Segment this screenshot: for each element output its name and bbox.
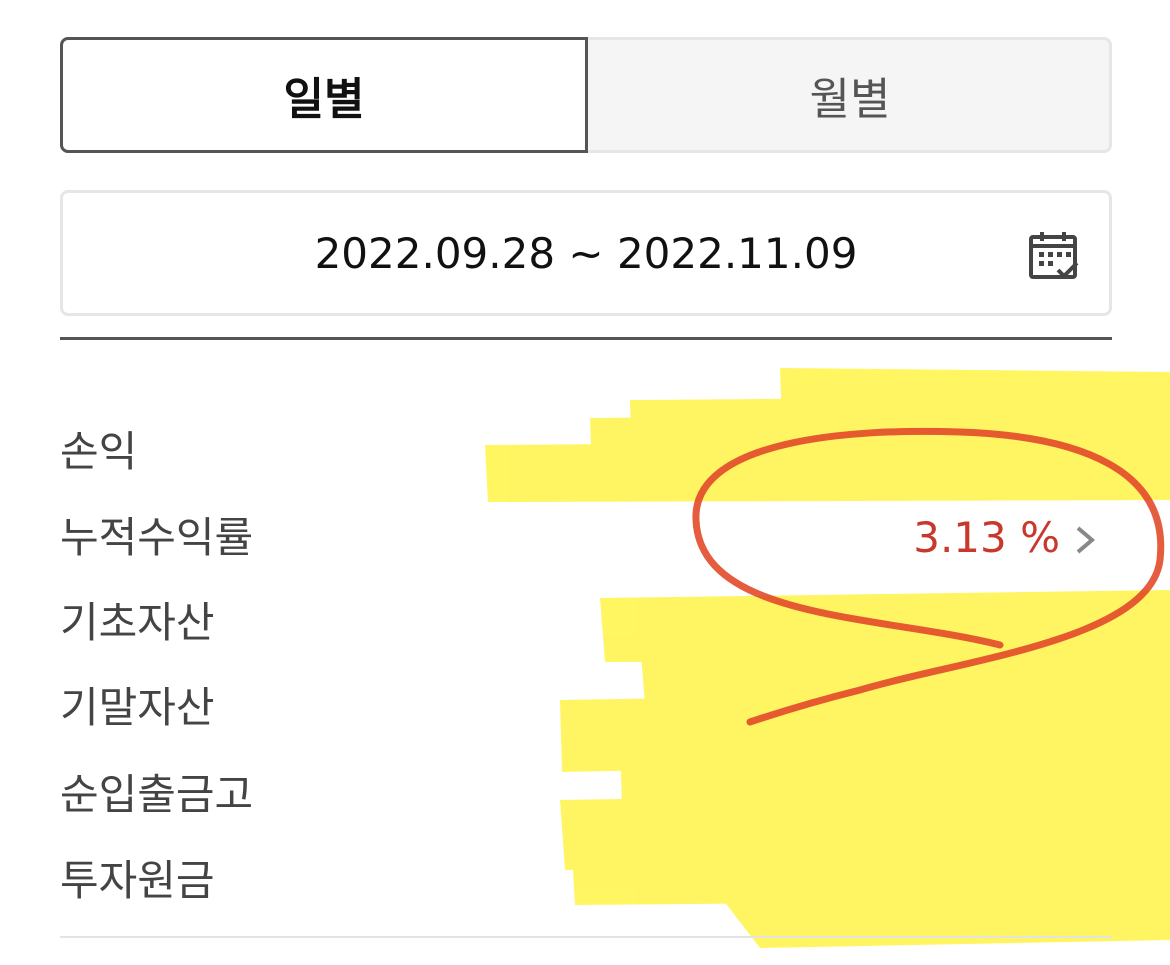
asset-summary-page: 일별 월별 2022.09.28 ~ 2022.11.09 손익 누적수익률 기… bbox=[0, 0, 1170, 965]
period-toggle: 일별 월별 bbox=[60, 37, 1112, 153]
date-range-picker[interactable]: 2022.09.28 ~ 2022.11.09 bbox=[60, 190, 1112, 316]
row-label-ending-assets: 기말자산 bbox=[60, 683, 215, 732]
cumulative-return-value[interactable]: 3.13 % bbox=[880, 510, 1060, 566]
row-label-pnl: 손익 bbox=[60, 427, 138, 476]
row-label-principal: 투자원금 bbox=[60, 856, 215, 905]
tab-daily[interactable]: 일별 bbox=[60, 37, 588, 153]
row-label-cumulative-return: 누적수익률 bbox=[60, 513, 254, 562]
row-label-net-deposits: 순입출금고 bbox=[60, 770, 254, 819]
calendar-check-icon[interactable] bbox=[1027, 229, 1081, 283]
row-label-beginning-assets: 기초자산 bbox=[60, 598, 215, 647]
chevron-right-icon[interactable] bbox=[1070, 522, 1100, 558]
tab-monthly[interactable]: 월별 bbox=[588, 37, 1112, 153]
date-range-text: 2022.09.28 ~ 2022.11.09 bbox=[314, 228, 858, 278]
section-divider bbox=[60, 337, 1112, 340]
bottom-divider bbox=[60, 936, 1112, 938]
